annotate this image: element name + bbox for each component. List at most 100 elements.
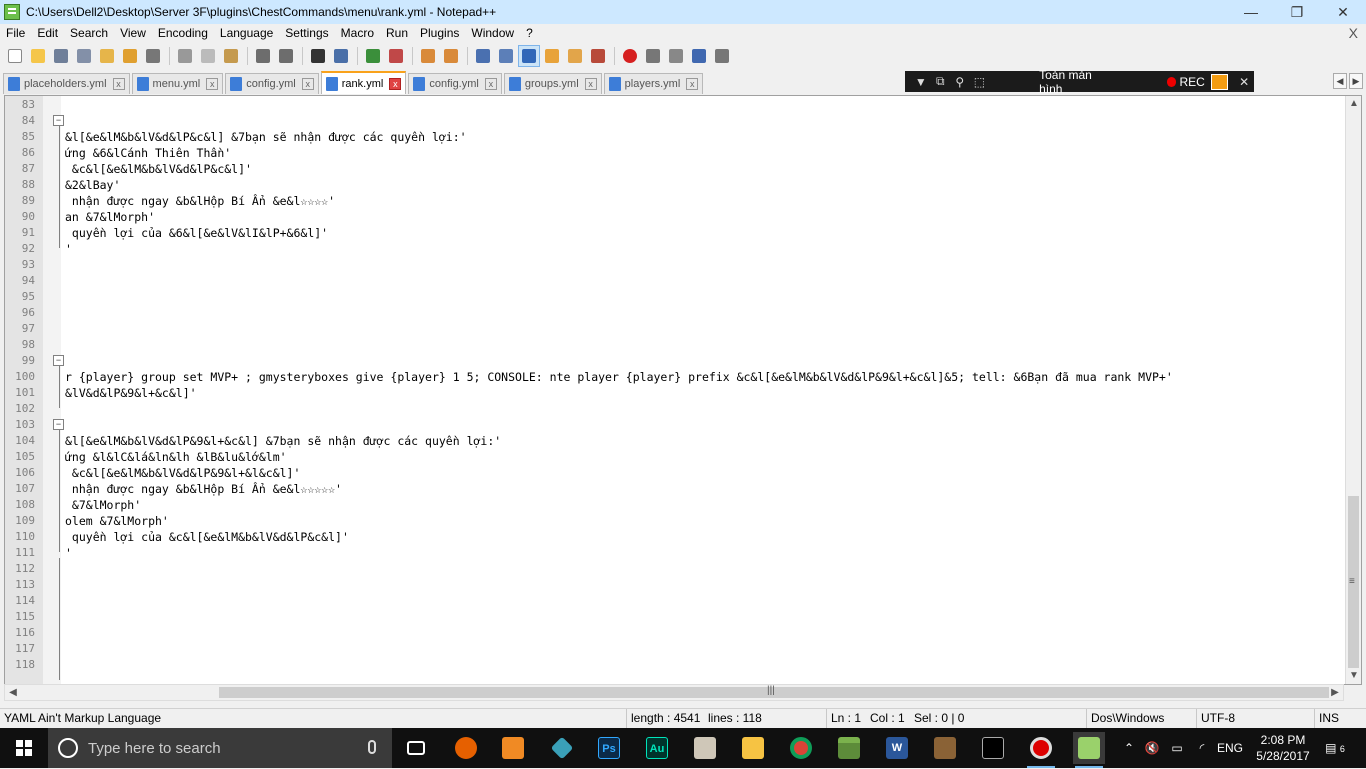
stop-macro-button[interactable] <box>642 45 664 67</box>
code-line[interactable]: 94 <box>5 273 1345 289</box>
code-line[interactable]: 101 &lV&d&lP&9&l+&c&l]' <box>5 385 1345 401</box>
code-text[interactable]: &lV&d&lP&9&l+&c&l]' <box>65 385 197 401</box>
taskbar-notepadpp[interactable] <box>1073 732 1105 768</box>
undo-button[interactable] <box>252 45 274 67</box>
tab-menu-yml[interactable]: menu.yml x <box>131 73 224 94</box>
taskbar-app-goat[interactable] <box>689 732 721 764</box>
scroll-left-arrow-icon[interactable]: ◀ <box>5 685 21 700</box>
code-line[interactable]: 112 <box>5 561 1345 577</box>
horizontal-scrollbar[interactable]: ◀ ||| ▶ <box>4 684 1344 701</box>
minimize-button[interactable]: — <box>1228 0 1274 24</box>
code-text[interactable]: ứng &l&lC&lá&ln&lh &lB&lu&lớ&lm' <box>65 449 287 465</box>
code-line[interactable]: 108 &7&lMorph' <box>5 497 1345 513</box>
taskbar-file-explorer[interactable] <box>737 732 769 764</box>
taskbar-firefox[interactable] <box>450 732 482 764</box>
task-view-button[interactable] <box>400 732 432 764</box>
code-line[interactable]: 106 &c&l[&e&lM&b&lV&d&lP&9&l+&l&c&l]' <box>5 465 1345 481</box>
action-center-button[interactable]: ▤ 6 <box>1320 728 1350 768</box>
sync-vertical-button[interactable] <box>417 45 439 67</box>
code-text[interactable]: quyền lợi của &c&l[&e&lM&b&lV&d&lP&c&l]' <box>65 529 349 545</box>
tab-players-yml[interactable]: players.yml x <box>603 73 704 94</box>
menu-help[interactable]: ? <box>520 24 539 43</box>
tab-close-icon[interactable]: x <box>112 78 125 90</box>
taskbar-chrome[interactable] <box>785 732 817 764</box>
code-line[interactable]: 118 <box>5 657 1345 673</box>
code-line[interactable]: 111 ' <box>5 545 1345 561</box>
tab-groups-yml[interactable]: groups.yml x <box>503 73 602 94</box>
code-text[interactable]: nhận được ngay &b&lHộp Bí Ẩn &e&l☆☆☆☆' <box>65 193 335 209</box>
taskbar-photoshop[interactable]: Ps <box>593 732 625 764</box>
paste-button[interactable] <box>220 45 242 67</box>
close-document-x[interactable]: X <box>1349 24 1358 43</box>
code-text[interactable]: &7&lMorph' <box>65 497 141 513</box>
run-macro-multiple-button[interactable] <box>688 45 710 67</box>
code-line[interactable]: 105 ứng &l&lC&lá&ln&lh &lB&lu&lớ&lm' <box>5 449 1345 465</box>
play-macro-button[interactable] <box>665 45 687 67</box>
code-text[interactable]: &l[&e&lM&b&lV&d&lP&9&l+&c&l] &7bạn sẽ nh… <box>65 433 501 449</box>
record-macro-button[interactable] <box>619 45 641 67</box>
notepadpp-app-icon[interactable] <box>4 4 20 20</box>
taskbar-search-box[interactable]: Type here to search <box>48 728 392 768</box>
code-line[interactable]: 103 <box>5 417 1345 433</box>
code-line[interactable]: 117 <box>5 641 1345 657</box>
tab-placeholders-yml[interactable]: placeholders.yml x <box>3 73 130 94</box>
code-line[interactable]: 104 &l[&e&lM&b&lV&d&lP&9&l+&c&l] &7bạn sẽ… <box>5 433 1345 449</box>
code-line[interactable]: 115 <box>5 609 1345 625</box>
code-text[interactable]: &c&l[&e&lM&b&lV&d&lP&c&l]' <box>65 161 252 177</box>
taskbar-media-player[interactable] <box>497 732 529 764</box>
code-line[interactable]: 97 <box>5 321 1345 337</box>
editor-area[interactable]: − − − 83 84 85 &l[&e&lM&b&lV&d&lP&c&l] &7bạ… <box>4 95 1362 685</box>
search-icon[interactable]: ⚲ <box>950 75 970 89</box>
menu-language[interactable]: Language <box>214 24 279 43</box>
volume-muted-icon[interactable]: 🔇 <box>1142 728 1162 768</box>
code-line[interactable]: 92 ' <box>5 241 1345 257</box>
dropdown-arrow-icon[interactable]: ▼ <box>911 75 931 89</box>
scroll-up-arrow-icon[interactable]: ▲ <box>1346 96 1361 112</box>
wifi-icon[interactable]: ◜ <box>1192 728 1212 768</box>
window-mode-icon[interactable]: ⧉ <box>931 74 951 89</box>
code-line[interactable]: 85 &l[&e&lM&b&lV&d&lP&c&l] &7bạn sẽ nhận … <box>5 129 1345 145</box>
code-line[interactable]: 83 <box>5 97 1345 113</box>
print-button[interactable] <box>142 45 164 67</box>
menu-run[interactable]: Run <box>380 24 414 43</box>
code-line[interactable]: 88 &2&lBay' <box>5 177 1345 193</box>
taskbar-minecraft-launcher[interactable] <box>929 732 961 764</box>
menu-macro[interactable]: Macro <box>335 24 380 43</box>
code-line[interactable]: 91 quyền lợi của &6&l[&e&lV&lI&lP+&6&l]' <box>5 225 1345 241</box>
code-text[interactable]: ' <box>65 545 72 561</box>
code-line[interactable]: 89 nhận được ngay &b&lHộp Bí Ẩn &e&l☆☆☆☆… <box>5 193 1345 209</box>
code-line[interactable]: 95 <box>5 289 1345 305</box>
code-text[interactable]: r {player} group set MVP+ ; gmysteryboxe… <box>65 369 1173 385</box>
rec-button[interactable]: REC <box>1179 75 1204 89</box>
close-all-button[interactable] <box>119 45 141 67</box>
scroll-down-arrow-icon[interactable]: ▼ <box>1346 668 1361 684</box>
zoom-in-button[interactable] <box>362 45 384 67</box>
code-line[interactable]: 107 nhận được ngay &b&lHộp Bí Ẩn &e&l☆☆☆… <box>5 481 1345 497</box>
code-text[interactable]: ứng &6&lCánh Thiên Thần' <box>65 145 231 161</box>
close-file-button[interactable] <box>96 45 118 67</box>
replace-button[interactable] <box>330 45 352 67</box>
start-button[interactable] <box>0 728 48 768</box>
system-clock[interactable]: 2:08 PM 5/28/2017 <box>1252 732 1314 764</box>
code-line[interactable]: 98 <box>5 337 1345 353</box>
redo-button[interactable] <box>275 45 297 67</box>
tab-config-yml-2[interactable]: config.yml x <box>408 73 502 94</box>
tab-close-icon[interactable]: x <box>686 78 699 90</box>
tab-scroll-left-button[interactable]: ◀ <box>1333 73 1347 89</box>
code-line[interactable]: 90 an &7&lMorph' <box>5 209 1345 225</box>
function-list-button[interactable] <box>587 45 609 67</box>
save-button[interactable] <box>50 45 72 67</box>
code-line[interactable]: 86 ứng &6&lCánh Thiên Thần' <box>5 145 1345 161</box>
show-all-chars-button[interactable] <box>495 45 517 67</box>
battery-icon[interactable]: ▭ <box>1166 728 1188 768</box>
zoom-out-button[interactable] <box>385 45 407 67</box>
vertical-scrollbar[interactable]: ▲ ≡ ▼ <box>1345 96 1361 684</box>
code-line[interactable]: 99 <box>5 353 1345 369</box>
code-text[interactable]: ' <box>65 241 72 257</box>
code-line[interactable]: 109 olem &7&lMorph' <box>5 513 1345 529</box>
word-wrap-button[interactable] <box>472 45 494 67</box>
code-text[interactable]: olem &7&lMorph' <box>65 513 169 529</box>
code-text[interactable]: nhận được ngay &b&lHộp Bí Ẩn &e&l☆☆☆☆☆' <box>65 481 342 497</box>
scroll-right-arrow-icon[interactable]: ▶ <box>1327 685 1343 700</box>
code-line[interactable]: 96 <box>5 305 1345 321</box>
